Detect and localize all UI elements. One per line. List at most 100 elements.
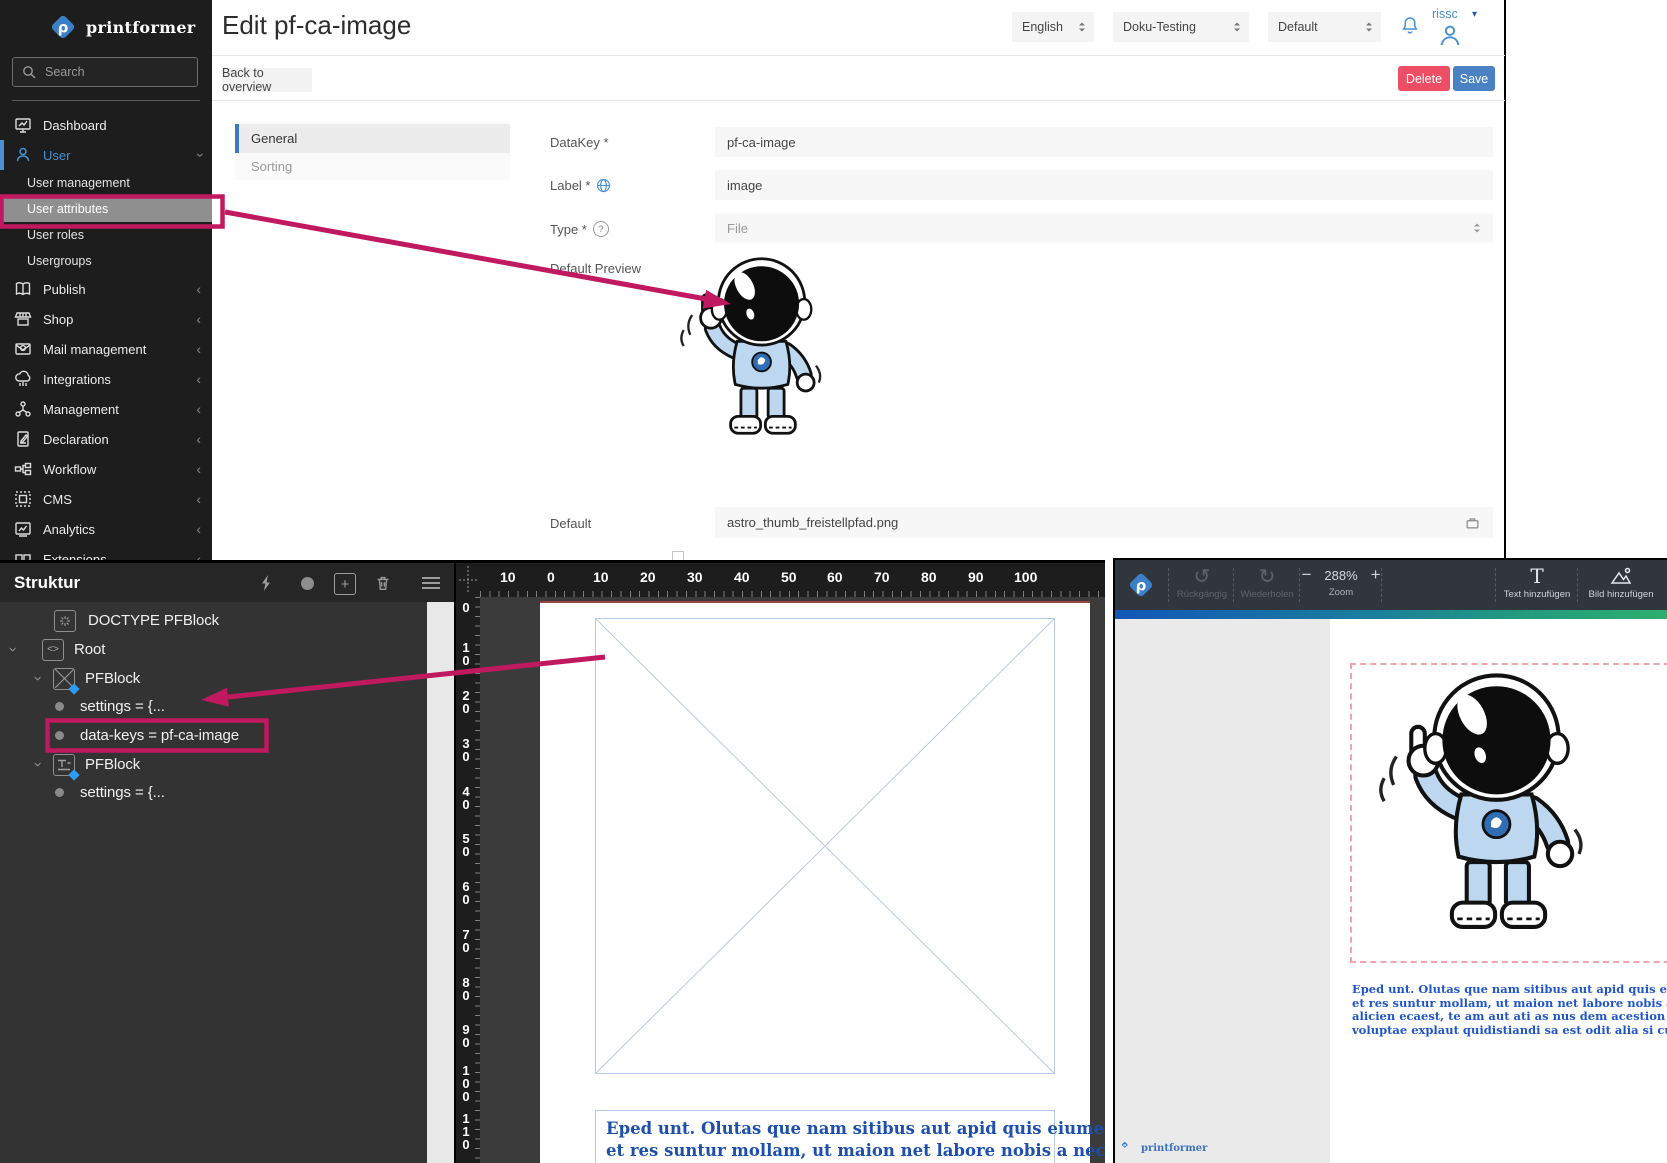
horizontal-ruler: 20 10 0 10 20 30 40 50 60 70 80 90 100 [456,563,1105,597]
struktur-header: Struktur + [0,563,454,602]
chevron-down-icon: ‹ [191,153,207,158]
trash-icon[interactable] [372,572,394,594]
chevron-down-icon[interactable]: ‹ [29,673,46,685]
printformer-logo-icon [1121,1141,1136,1156]
editor-text-frame[interactable]: Eped unt. Olutas que nam sitibus aut api… [1352,983,1667,1037]
sidebar-item-label: Dashboard [43,118,107,133]
image-placeholder-frame[interactable] [595,618,1055,1074]
save-button[interactable]: Save [1453,66,1495,91]
gradient-bar [1115,610,1667,619]
ruler-corner [456,563,480,597]
default-input[interactable]: astro_thumb_freistellpfad.png [715,507,1493,538]
notifications-bell[interactable] [1400,15,1420,40]
datakey-input[interactable]: pf-ca-image [715,127,1493,157]
search-icon [22,65,36,79]
search-input[interactable] [43,64,177,80]
tree-row-settings[interactable]: settings = {... [55,692,165,721]
sidebar-item-workflow[interactable]: Workflow‹ [0,454,212,484]
text-frame[interactable]: Eped unt. Olutas que nam sitibus aut api… [595,1110,1055,1163]
user-icon [13,145,33,165]
chevron-down-icon[interactable]: ‹ [4,644,21,656]
zoom-out-icon[interactable]: − [1301,565,1311,585]
back-button[interactable]: Back to overview [222,68,312,92]
redo-button[interactable]: ↻ Wiederholen [1239,565,1295,600]
undo-button[interactable]: ↺ Rückgängig [1175,565,1229,600]
cms-icon [13,489,33,509]
sidebar-item-declaration[interactable]: Declaration‹ [0,424,212,454]
publish-icon [13,279,33,299]
sidebar-item-analytics[interactable]: Analytics‹ [0,514,212,544]
zoom-value: 288% [1324,568,1357,583]
ruler-ticks [475,597,480,1163]
analytics-icon [13,519,33,539]
sidebar-item-user-roles[interactable]: User roles [0,222,212,248]
struktur-panel: Struktur + DOCTYPE PFBlock ‹ <> Root ‹ [0,560,456,1163]
chevron-down-icon[interactable]: ‹ [29,759,46,771]
copy-icon[interactable] [1464,515,1481,531]
add-image-button[interactable]: Bild hinzufügen [1583,565,1659,600]
tree-row-pfblock-image[interactable]: ‹ PFBlock [31,664,140,693]
zoom-in-icon[interactable]: + [1371,565,1381,585]
placeholder-x-icon [596,619,1054,1073]
sidebar-item-label: User [43,148,70,163]
sidebar-item-publish[interactable]: Publish‹ [0,274,212,304]
sidebar-divider [12,100,200,101]
document-page[interactable]: Eped unt. Olutas que nam sitibus aut api… [540,601,1090,1163]
astronaut-image[interactable] [1372,670,1602,954]
sidebar-item-dashboard[interactable]: Dashboard [0,110,212,140]
type-label: Type * ? [550,221,609,237]
zoom-control[interactable]: − 288% + Zoom [1305,565,1377,598]
tree-row-doctype[interactable]: DOCTYPE PFBlock [54,606,219,635]
page-title: Edit pf-ca-image [222,10,411,41]
label-input[interactable]: image [715,170,1493,200]
sidebar-search[interactable] [12,57,198,87]
sidebar-item-mail-management[interactable]: Mail management‹ [0,334,212,364]
brand-logo[interactable]: printformer [48,12,196,42]
tree-row-pfblock-text[interactable]: ‹ PFBlock [31,750,140,779]
add-text-button[interactable]: T Text hinzufügen [1501,565,1573,600]
printformer-logo-icon[interactable] [1126,570,1156,600]
tab-general[interactable]: General [235,124,510,153]
sidebar-item-user-attributes[interactable]: User attributes [0,196,212,222]
toolbar-separator [1577,568,1578,602]
struktur-scrollbar[interactable] [427,602,454,1163]
delete-button[interactable]: Delete [1398,66,1450,91]
type-select[interactable]: File [715,213,1493,243]
client-select[interactable]: Default [1268,12,1381,42]
language-select[interactable]: English [1012,12,1094,42]
globe-icon[interactable] [596,178,611,193]
add-node-icon[interactable]: + [334,573,356,595]
user-avatar[interactable] [1437,22,1463,53]
divider [212,100,1505,101]
sidebar-item-usergroups[interactable]: Usergroups [0,248,212,274]
preview-label: Default Preview [550,261,641,276]
tenant-select[interactable]: Doku-Testing [1113,12,1249,42]
tree-row-settings2[interactable]: settings = {... [55,778,165,807]
tab-sorting[interactable]: Sorting [235,153,510,180]
help-icon[interactable]: ? [593,221,609,237]
record-dot-icon[interactable] [296,572,318,594]
root-icon: <> [42,639,64,661]
tree-row-datakeys[interactable]: data-keys = pf-ca-image [55,721,239,750]
sidebar-item-shop[interactable]: Shop‹ [0,304,212,334]
flash-icon[interactable] [255,572,277,594]
default-preview-image [675,255,835,452]
tree-row-root[interactable]: ‹ <> Root [6,635,105,664]
updown-icon [1078,21,1086,33]
image-block-icon [53,668,75,690]
window-border [1504,0,1506,563]
sidebar-item-cms[interactable]: CMS‹ [0,484,212,514]
sidebar-item-integrations[interactable]: Integrations‹ [0,364,212,394]
sidebar-item-management[interactable]: Management‹ [0,394,212,424]
sidebar-item-user[interactable]: User ‹ [0,140,212,170]
username[interactable]: rissc [1432,7,1458,21]
text-tool-icon: T [1530,565,1543,587]
sidebar-item-user-management[interactable]: User management [0,170,212,196]
menu-icon[interactable] [420,572,442,594]
user-caret-icon[interactable]: ▾ [1472,9,1477,20]
person-icon [1437,22,1463,50]
editor-canvas: Eped unt. Olutas que nam sitibus aut api… [1115,619,1667,1163]
workflow-icon [13,459,33,479]
annotation-arrow-line [225,212,706,299]
updown-icon [1365,21,1373,33]
